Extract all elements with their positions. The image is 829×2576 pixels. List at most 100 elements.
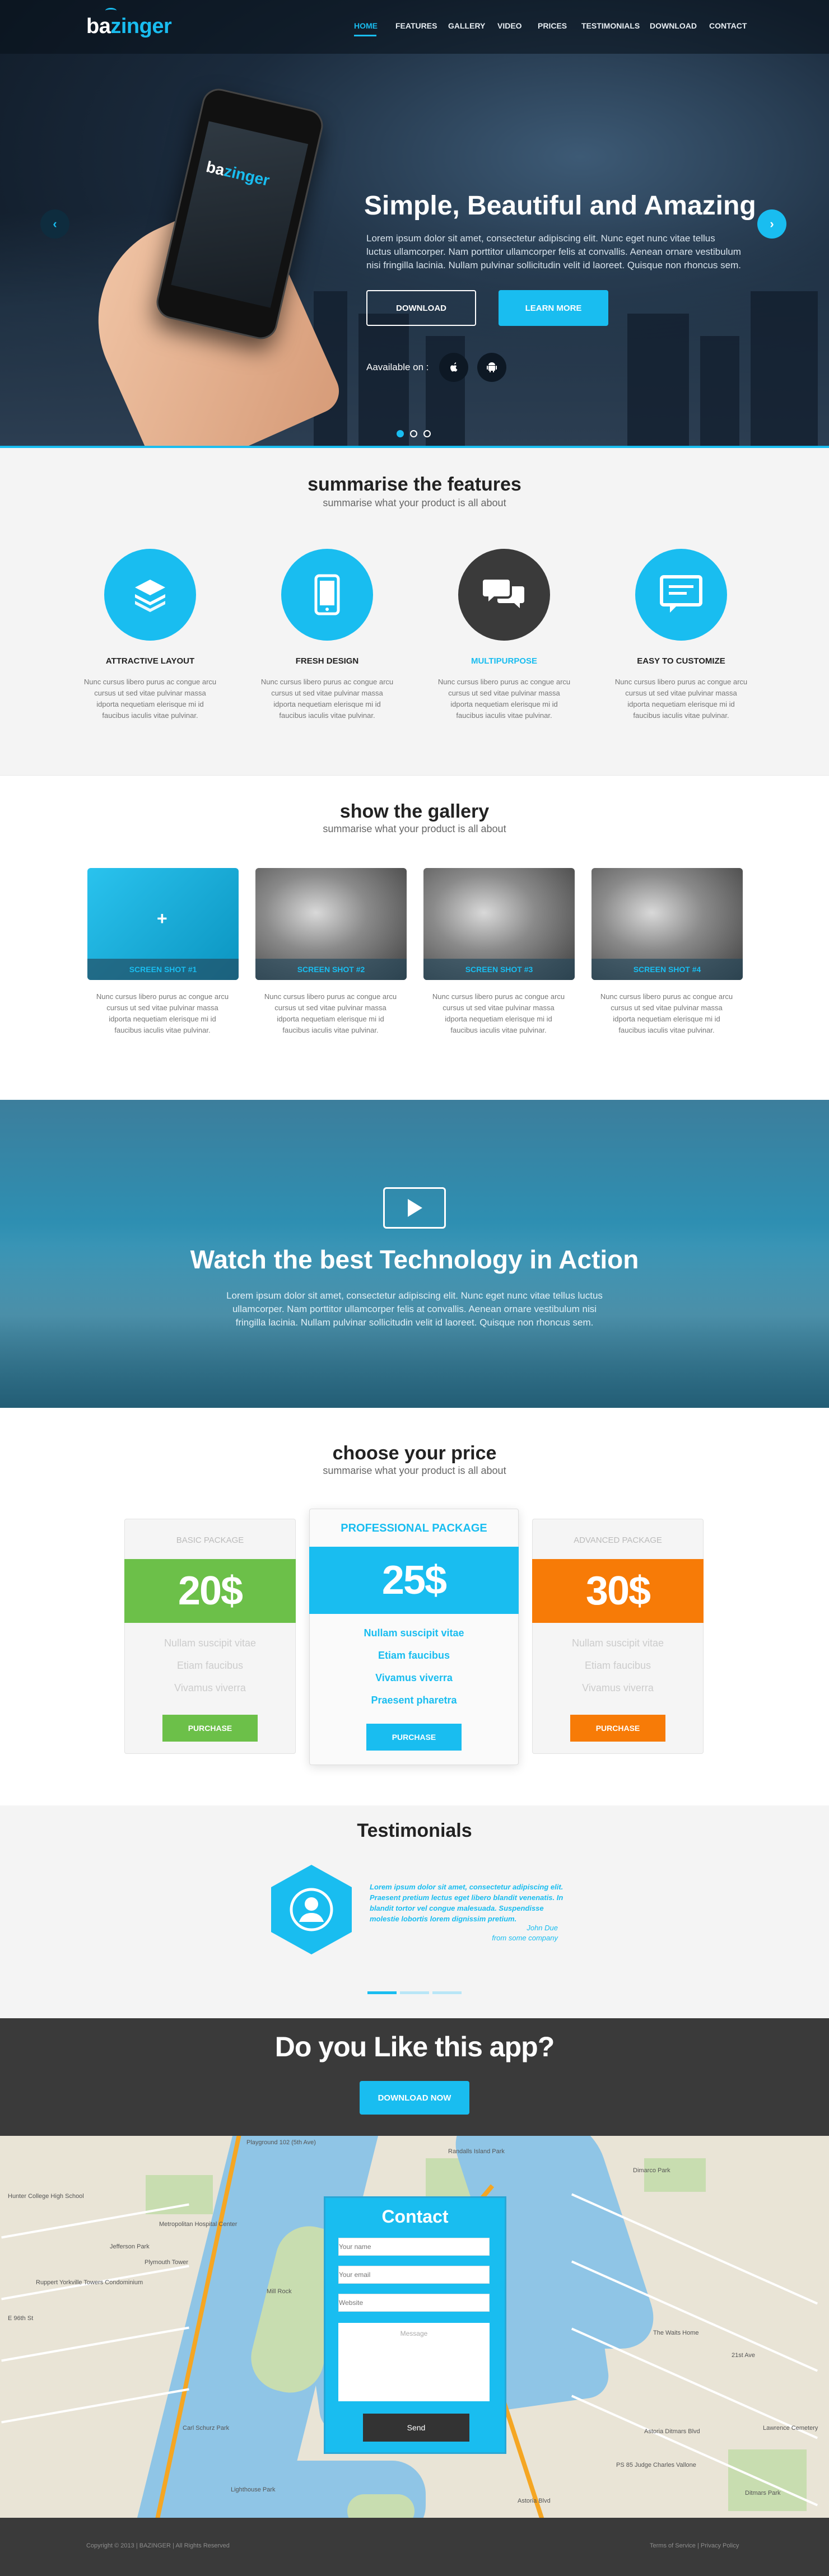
features-title: summarise the features	[308, 474, 521, 495]
price-feature: Vivamus viverra	[174, 1682, 246, 1693]
gallery-thumb-4[interactable]: SCREEN SHOT #4	[592, 868, 743, 980]
feature-circle-2	[281, 549, 373, 641]
slider-next-button[interactable]: ›	[757, 209, 786, 239]
footer-links[interactable]: Terms of Service | Privacy Policy	[650, 2542, 739, 2549]
map-label: PS 85 Judge Charles Vallone	[616, 2462, 696, 2468]
gallery-text-4: Nunc cursus libero purus ac congue arcu …	[600, 992, 733, 1034]
price-feature: Nullam suscipit vitae	[164, 1637, 257, 1649]
map-label: Mill Rock	[267, 2288, 292, 2295]
slider-dot-3[interactable]	[423, 430, 431, 437]
apple-store-icon[interactable]	[439, 353, 468, 382]
purchase-basic-button[interactable]: PURCHASE	[162, 1715, 258, 1742]
gallery-text-2: Nunc cursus libero purus ac congue arcu …	[264, 992, 397, 1034]
map-label: Carl Schurz Park	[183, 2425, 230, 2432]
video-title: Watch the best Technology in Action	[190, 1245, 639, 1274]
feature-circle-4	[635, 549, 727, 641]
download-now-button[interactable]: DOWNLOAD NOW	[360, 2081, 469, 2115]
gallery-thumb-1[interactable]: + SCREEN SHOT #1	[87, 868, 239, 980]
learn-more-button[interactable]: LEARN MORE	[499, 290, 608, 326]
price-package-name: ADVANCED PACKAGE	[574, 1536, 662, 1545]
hero-title: Simple, Beautiful and Amazing	[364, 191, 756, 221]
price-feature: Praesent pharetra	[371, 1695, 457, 1706]
nav-contact[interactable]: CONTACT	[709, 21, 747, 30]
nav-prices[interactable]: PRICES	[538, 21, 567, 30]
map-label: Jefferson Park	[110, 2243, 150, 2250]
map-label: E 96th St	[8, 2315, 34, 2322]
features-subtitle: summarise what your product is all about	[323, 497, 506, 508]
testimonial-dot-1[interactable]	[367, 1991, 397, 1994]
user-icon	[290, 1888, 333, 1931]
price-package-name: PROFESSIONAL PACKAGE	[341, 1522, 487, 1534]
plus-icon: +	[157, 908, 167, 928]
nav-video[interactable]: VIDEO	[497, 21, 522, 30]
feature-text-2: Nunc cursus libero purus ac congue arcu …	[260, 678, 394, 720]
map-label: Playground 102 (5th Ave)	[246, 2139, 316, 2146]
nav-testimonials[interactable]: TESTIMONIALS	[581, 21, 640, 30]
purchase-professional-button[interactable]: PURCHASE	[366, 1724, 462, 1751]
price-feature: Nullam suscipit vitae	[571, 1637, 664, 1649]
feature-circle-1	[104, 549, 196, 641]
nav-home[interactable]: HOME	[354, 21, 378, 30]
testimonial-quote: Lorem ipsum dolor sit amet, consectetur …	[370, 1883, 563, 1923]
email-field[interactable]	[338, 2266, 490, 2284]
price-feature: Etiam faucibus	[176, 1660, 244, 1671]
nav-download[interactable]: DOWNLOAD	[650, 21, 697, 30]
gallery-caption-4: SCREEN SHOT #4	[592, 959, 743, 980]
feature-title-2: FRESH DESIGN	[295, 656, 359, 666]
name-field[interactable]	[338, 2238, 490, 2256]
feature-title-4: EASY TO CUSTOMIZE	[637, 656, 725, 666]
price-feature: Vivamus viverra	[582, 1682, 654, 1693]
map-label: The Waits Home	[653, 2330, 699, 2336]
android-store-icon[interactable]	[477, 353, 506, 382]
slider-prev-button[interactable]: ‹	[40, 209, 69, 239]
price-feature: Etiam faucibus	[584, 1660, 651, 1671]
chevron-right-icon: ›	[770, 217, 774, 231]
message-screen-icon	[660, 575, 702, 613]
price-feature: Vivamus viverra	[375, 1672, 453, 1683]
smartphone-icon	[314, 574, 340, 615]
website-field[interactable]	[338, 2294, 490, 2312]
layers-icon	[135, 580, 165, 612]
copyright-text: Copyright © 2013 | BAZINGER | All Rights…	[86, 2542, 230, 2549]
gallery-caption-1: SCREEN SHOT #1	[87, 959, 239, 980]
cta-title: Do you Like this app?	[274, 2031, 555, 2062]
nav-gallery[interactable]: GALLERY	[448, 21, 485, 30]
map-label: Hunter College High School	[8, 2193, 84, 2200]
price-value: 30$	[532, 1559, 704, 1623]
available-on-label: Aavailable on :	[366, 362, 429, 372]
testimonial-dot-2[interactable]	[400, 1991, 429, 1994]
gallery-thumb-2[interactable]: SCREEN SHOT #2	[255, 868, 407, 980]
slider-dot-2[interactable]	[410, 430, 417, 437]
slider-dot-1[interactable]	[397, 430, 404, 437]
feature-text-3: Nunc cursus libero purus ac congue arcu …	[437, 678, 571, 720]
map-label: 21st Ave	[732, 2352, 755, 2359]
hero-section: bazinger	[0, 0, 829, 448]
send-button[interactable]: Send	[363, 2414, 469, 2442]
pricing-title: choose your price	[332, 1443, 497, 1464]
gallery-subtitle: summarise what your product is all about	[323, 823, 506, 834]
feature-title-3[interactable]: MULTIPURPOSE	[431, 656, 577, 666]
nav-features[interactable]: FEATURES	[395, 21, 437, 30]
purchase-advanced-button[interactable]: PURCHASE	[570, 1715, 665, 1742]
gallery-thumb-3[interactable]: SCREEN SHOT #3	[423, 868, 575, 980]
gallery-text-1: Nunc cursus libero purus ac congue arcu …	[96, 992, 229, 1034]
play-icon	[408, 1199, 422, 1217]
map-label: Lighthouse Park	[231, 2486, 276, 2493]
gallery-title: show the gallery	[339, 801, 490, 822]
brand-logo[interactable]: bazinger	[86, 15, 172, 39]
testimonial-author: John Due from some company	[492, 1924, 558, 1942]
price-value: 25$	[309, 1547, 519, 1614]
price-value: 20$	[124, 1559, 296, 1623]
feature-text-1: Nunc cursus libero purus ac congue arcu …	[83, 678, 217, 720]
map-label: Ditmars Park	[745, 2490, 781, 2496]
feature-circle-3	[458, 549, 550, 641]
contact-title: Contact	[381, 2206, 449, 2227]
nav-active-indicator	[354, 35, 376, 36]
gallery-text-3: Nunc cursus libero purus ac congue arcu …	[432, 992, 565, 1034]
message-field[interactable]: Message	[338, 2323, 490, 2401]
download-button[interactable]: DOWNLOAD	[366, 290, 476, 326]
testimonial-dot-3[interactable]	[432, 1991, 462, 1994]
price-feature: Etiam faucibus	[378, 1650, 450, 1661]
play-video-button[interactable]	[383, 1187, 446, 1229]
pricing-subtitle: summarise what your product is all about	[323, 1465, 506, 1476]
